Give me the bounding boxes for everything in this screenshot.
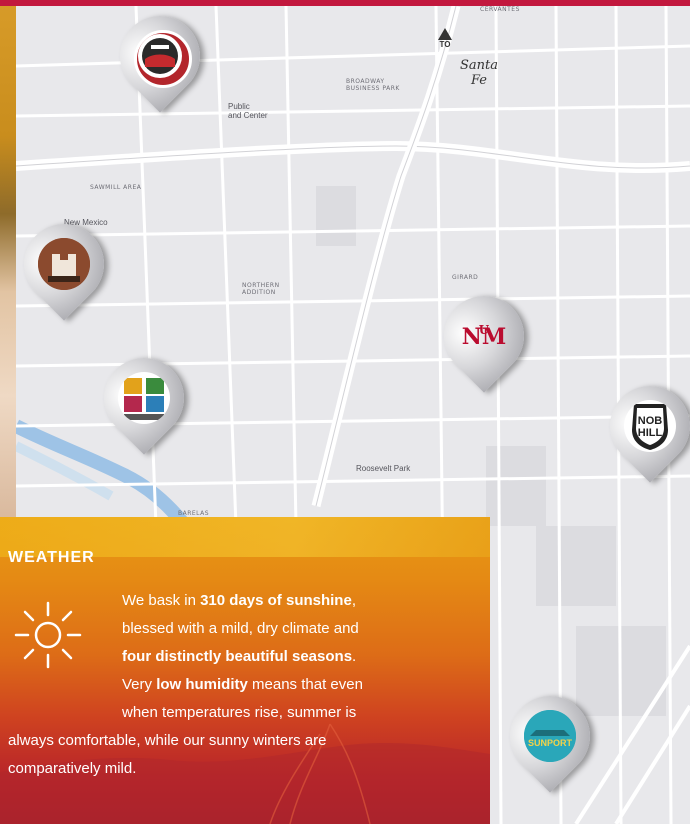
label-cervantes: CERVANTES [480,6,520,13]
autumn-photo-strip [0,6,16,526]
nob-hill-shield-icon: NOB HILL [624,400,676,452]
santa-fe-script: Santa Fe [460,58,499,88]
biopark-logo-icon [118,372,170,424]
label-northern-addition: NORTHERN ADDITION [242,282,280,296]
pin-sunport[interactable]: SUNPORT [493,679,607,808]
sunport-logo-icon: SUNPORT [524,710,576,762]
svg-text:SUNPORT: SUNPORT [528,738,573,748]
label-broadway-business-park: BROADWAY BUSINESS PARK [346,78,400,92]
svg-text:U: U [479,323,490,337]
label-girard: GIRARD [452,274,479,281]
weather-heading: WEATHER [8,549,95,566]
pin-unm[interactable]: NM U [427,279,541,408]
svg-text:NOB: NOB [638,415,663,427]
weather-line-7: comparatively mild. [8,760,137,777]
old-town-church-icon [38,238,90,290]
label-public-center: Public and Center [228,102,268,120]
pueblo-seal-icon [134,30,192,88]
label-sawmill-area: SAWMILL AREA [90,184,142,191]
weather-line-2: blessed with a mild, dry climate and [122,620,359,637]
weather-line-1: We bask in 310 days of sunshine, [122,592,356,609]
weather-line-6: always comfortable, while our sunny wint… [8,732,327,749]
unm-logo-icon: NM U [458,310,510,362]
pin-abq-biopark[interactable] [87,341,201,470]
pin-old-town[interactable] [16,207,121,336]
to-label: TO [439,40,451,49]
weather-line-3: four distinctly beautiful seasons. [122,648,357,665]
label-roosevelt-park: Roosevelt Park [356,464,411,473]
label-barelas: BARELAS [178,510,210,517]
to-santa-fe-sign: TO Santa Fe [438,28,498,88]
weather-line-5: when temperatures rise, summer is [122,704,357,721]
up-arrow-icon [438,28,452,40]
svg-text:HILL: HILL [638,427,663,439]
pin-indian-pueblo-center[interactable] [103,6,217,128]
weather-panel: WEATHER We bask in 310 days of sunshine,… [0,517,490,824]
sun-icon [8,595,88,680]
pin-nob-hill[interactable]: NOB HILL [593,369,690,498]
weather-line-4: Very low humidity means that even [122,676,363,693]
